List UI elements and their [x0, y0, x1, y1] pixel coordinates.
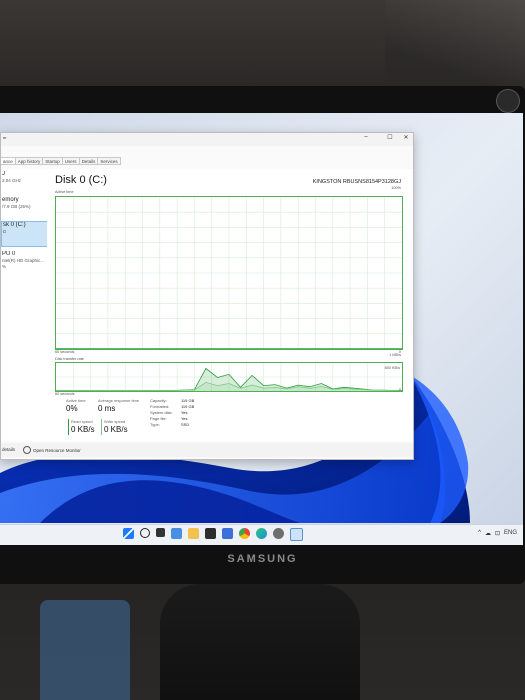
write-speed-label: Write speed	[104, 419, 126, 424]
page-file-key: Page file:	[150, 416, 167, 421]
sidebar-item-subtitle: /7.9 GB (25%)	[2, 204, 31, 209]
page-file-value: Yes	[181, 416, 188, 421]
sidebar-item-subtitle: D	[3, 229, 7, 234]
maximize-button[interactable]: ☐	[383, 134, 397, 141]
tab-startup[interactable]: Startup	[43, 157, 63, 165]
type-value: SSD	[181, 422, 190, 427]
resource-monitor-icon	[23, 446, 31, 454]
type-key: Type:	[150, 422, 160, 427]
screen: er – ☐ ✕ ance App history Startup Users …	[0, 113, 523, 545]
sidebar-item-title: sk 0 (C:)	[3, 222, 26, 228]
transfer-rate-min: 0	[398, 388, 401, 392]
language-indicator[interactable]: ENG	[504, 530, 517, 537]
active-time-max: 100%	[391, 186, 401, 190]
formatted-value: 119 GB	[181, 404, 195, 409]
formatted-key: Formatted:	[150, 404, 170, 409]
search-icon[interactable]	[140, 528, 150, 538]
fewer-details-link[interactable]: details	[2, 447, 15, 452]
read-speed-value: 0 KB/s	[71, 425, 95, 434]
minimize-button[interactable]: –	[359, 134, 373, 140]
window-title: er	[3, 135, 7, 140]
task-view-icon[interactable]	[156, 528, 165, 537]
sidebar-item-memory[interactable]: emory /7.9 GB (25%)	[1, 197, 47, 221]
open-resource-monitor-link[interactable]: Open Resource Monitor	[23, 446, 81, 454]
transfer-rate-chart	[56, 363, 402, 391]
read-speed-bar	[68, 419, 69, 435]
taskbar: ^ ☁ ⊡ ENG	[0, 524, 523, 545]
monitor-stand	[160, 584, 360, 700]
transfer-rate-max: 1 MB/s	[389, 353, 401, 357]
disk-model: KINGSTON RBUSNS8154P3128GJ	[312, 179, 401, 185]
onedrive-icon[interactable]: ☁	[485, 530, 491, 537]
close-button[interactable]: ✕	[399, 134, 413, 141]
tab-app-history[interactable]: App history	[15, 157, 44, 165]
sidebar-item-title: emory	[2, 197, 19, 203]
active-time-graph	[55, 196, 403, 350]
system-disk-key: System disk:	[150, 410, 173, 415]
task-manager-icon[interactable]	[290, 528, 303, 541]
footer-bar: details Open Resource Monitor	[1, 443, 413, 457]
widgets-icon[interactable]	[171, 528, 182, 539]
transfer-rate-mid: 800 KB/s	[384, 366, 400, 370]
tab-details[interactable]: Details	[79, 157, 99, 165]
system-tray: ^ ☁ ⊡ ENG	[478, 530, 517, 537]
read-speed-label: Read speed	[71, 419, 93, 424]
store-icon[interactable]	[205, 528, 216, 539]
start-icon[interactable]	[123, 528, 134, 539]
performance-sidebar: J 2.04 GHz emory /7.9 GB (25%) sk 0 (C:)…	[1, 169, 49, 441]
system-disk-value: Yes	[181, 410, 188, 415]
task-manager-window[interactable]: er – ☐ ✕ ance App history Startup Users …	[0, 132, 414, 460]
sidebar-item-cpu[interactable]: J 2.04 GHz	[1, 171, 47, 193]
response-time-label: Average response time	[98, 398, 140, 403]
response-time-value: 0 ms	[98, 404, 116, 413]
sidebar-item-title: J	[2, 171, 5, 177]
title-bar[interactable]: er – ☐ ✕	[1, 133, 413, 146]
tray-chevron-icon[interactable]: ^	[478, 530, 481, 537]
mail-icon[interactable]	[222, 528, 233, 539]
webcam-icon	[496, 89, 520, 113]
chrome-icon[interactable]	[239, 528, 250, 539]
tab-strip: ance App history Startup Users Details S…	[1, 157, 121, 165]
page-title: Disk 0 (C:)	[55, 174, 107, 186]
transfer-rate-graph: 800 KB/s	[55, 362, 403, 392]
tab-users[interactable]: Users	[62, 157, 80, 165]
settings-icon[interactable]	[273, 528, 284, 539]
transfer-rate-duration: 60 seconds	[55, 392, 75, 396]
file-explorer-icon[interactable]	[188, 528, 199, 539]
sidebar-item-subtitle: ntel(R) HD Graphic...	[2, 258, 45, 263]
sidebar-item-subtitle: 2.04 GHz	[2, 178, 22, 183]
active-time-chart	[56, 197, 402, 349]
capacity-value: 119 GB	[181, 398, 195, 403]
monitor-brand: SAMSUNG	[227, 553, 298, 565]
wall-light	[385, 0, 525, 90]
transfer-rate-label: Disk transfer rate	[55, 357, 84, 361]
desk-object	[40, 600, 130, 700]
tab-services[interactable]: Services	[98, 157, 121, 165]
sidebar-item-usage: %	[2, 264, 7, 269]
write-speed-bar	[101, 419, 102, 435]
active-time-duration: 60 seconds	[55, 350, 75, 354]
disk-detail-panel: Disk 0 (C:) KINGSTON RBUSNS8154P3128GJ A…	[47, 169, 413, 441]
open-resource-monitor-label: Open Resource Monitor	[33, 447, 81, 453]
active-time-label: Active time	[55, 190, 74, 194]
sidebar-item-title: PU 0	[2, 251, 16, 257]
write-speed-value: 0 KB/s	[104, 425, 128, 434]
edge-icon[interactable]	[256, 528, 267, 539]
active-time-stat-label: Active time	[66, 398, 86, 403]
disk-stats: Active time 0% Average response time 0 m…	[55, 398, 255, 446]
tab-performance[interactable]: ance	[1, 157, 16, 165]
sidebar-item-gpu[interactable]: PU 0 ntel(R) HD Graphic... %	[1, 251, 47, 277]
active-time-stat-value: 0%	[66, 404, 78, 413]
capacity-key: Capacity:	[150, 398, 167, 403]
taskbar-apps	[123, 528, 303, 541]
sidebar-item-disk[interactable]: sk 0 (C:) D	[1, 221, 49, 247]
tray-app-icon[interactable]: ⊡	[495, 530, 500, 537]
